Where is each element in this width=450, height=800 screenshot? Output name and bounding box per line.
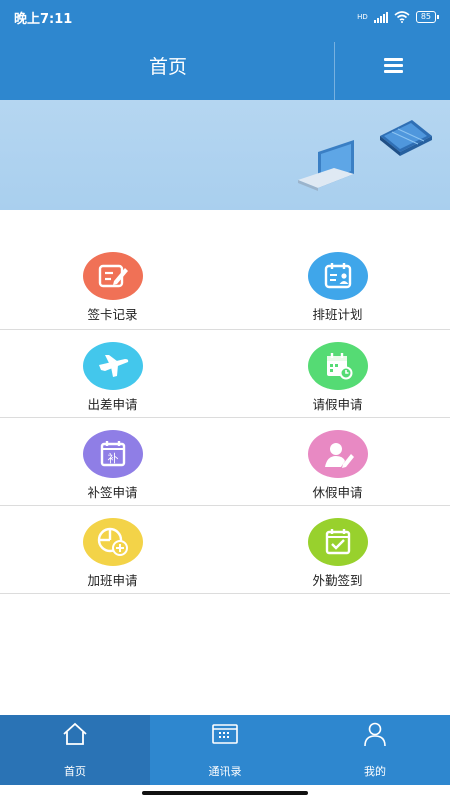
- status-indicators: HD 85: [357, 11, 440, 23]
- calendar-check-icon: [307, 518, 368, 566]
- menu-item-label: 签卡记录: [87, 307, 138, 322]
- nav-label-home: 首页: [64, 765, 86, 778]
- menu-item-label: 排班计划: [312, 307, 363, 322]
- app-header: 首页: [0, 34, 450, 100]
- menu-item-leave[interactable]: 请假申请: [225, 330, 450, 417]
- header-divider: [334, 42, 335, 100]
- nav-item-contacts[interactable]: 通讯录: [150, 715, 300, 785]
- menu-item-supplement-sign[interactable]: 补 补签申请: [0, 418, 225, 505]
- grid-row: 签卡记录 排班计划: [0, 242, 450, 330]
- grid-row: 加班申请 外勤签到: [0, 506, 450, 594]
- schedule-person-icon: [307, 252, 368, 300]
- signal-icon: [373, 11, 388, 23]
- battery-level: 85: [420, 12, 431, 21]
- status-bar: 晚上7:11 HD 85: [0, 0, 450, 34]
- nav-item-home[interactable]: 首页: [0, 715, 150, 785]
- menu-item-label: 外勤签到: [312, 573, 363, 588]
- nav-label-contacts: 通讯录: [208, 765, 242, 778]
- status-time: 晚上7:11: [14, 11, 73, 27]
- network-type-label: HD: [357, 13, 368, 21]
- gesture-bar: [0, 785, 450, 800]
- page-title: 首页: [148, 56, 187, 78]
- grid-row: 补 补签申请 休假申请: [0, 418, 450, 506]
- svg-text:补: 补: [107, 452, 118, 465]
- banner-image: [0, 100, 450, 210]
- banner-illustration: [298, 120, 432, 191]
- airplane-icon: [82, 342, 143, 390]
- menu-item-label: 出差申请: [87, 397, 138, 412]
- wifi-icon: [394, 11, 410, 23]
- calendar-clock-icon: [307, 342, 368, 390]
- contacts-icon: [212, 724, 238, 744]
- nav-item-mine[interactable]: 我的: [300, 715, 450, 785]
- person-edit-icon: [307, 430, 368, 478]
- hamburger-menu-icon[interactable]: [384, 58, 404, 74]
- nav-label-mine: 我的: [364, 765, 386, 778]
- menu-item-label: 补签申请: [87, 485, 138, 500]
- overtime-add-icon: [82, 518, 143, 566]
- grid-row: 出差申请 请假申请: [0, 330, 450, 418]
- bottom-nav: 首页 通讯录 我的: [0, 715, 450, 785]
- home-icon: [63, 722, 87, 745]
- battery-icon: 85: [415, 11, 440, 23]
- menu-item-label: 加班申请: [87, 573, 138, 588]
- menu-item-overtime[interactable]: 加班申请: [0, 506, 225, 593]
- function-grid: 签卡记录 排班计划 出差申请 请假申请 补 补签申请 休假申请 加班申请 外勤签…: [0, 242, 450, 594]
- menu-item-label: 休假申请: [312, 485, 363, 500]
- menu-item-field-checkin[interactable]: 外勤签到: [225, 506, 450, 593]
- menu-item-vacation[interactable]: 休假申请: [225, 418, 450, 505]
- user-icon: [364, 722, 386, 747]
- menu-item-sign-record[interactable]: 签卡记录: [0, 242, 225, 329]
- edit-note-icon: [82, 252, 143, 300]
- menu-item-shift-plan[interactable]: 排班计划: [225, 242, 450, 329]
- laptop-illustration: [298, 140, 354, 191]
- menu-item-label: 请假申请: [312, 397, 363, 412]
- calculator-illustration: [380, 120, 432, 156]
- menu-item-business-trip[interactable]: 出差申请: [0, 330, 225, 417]
- calendar-supplement-icon: 补: [82, 430, 143, 478]
